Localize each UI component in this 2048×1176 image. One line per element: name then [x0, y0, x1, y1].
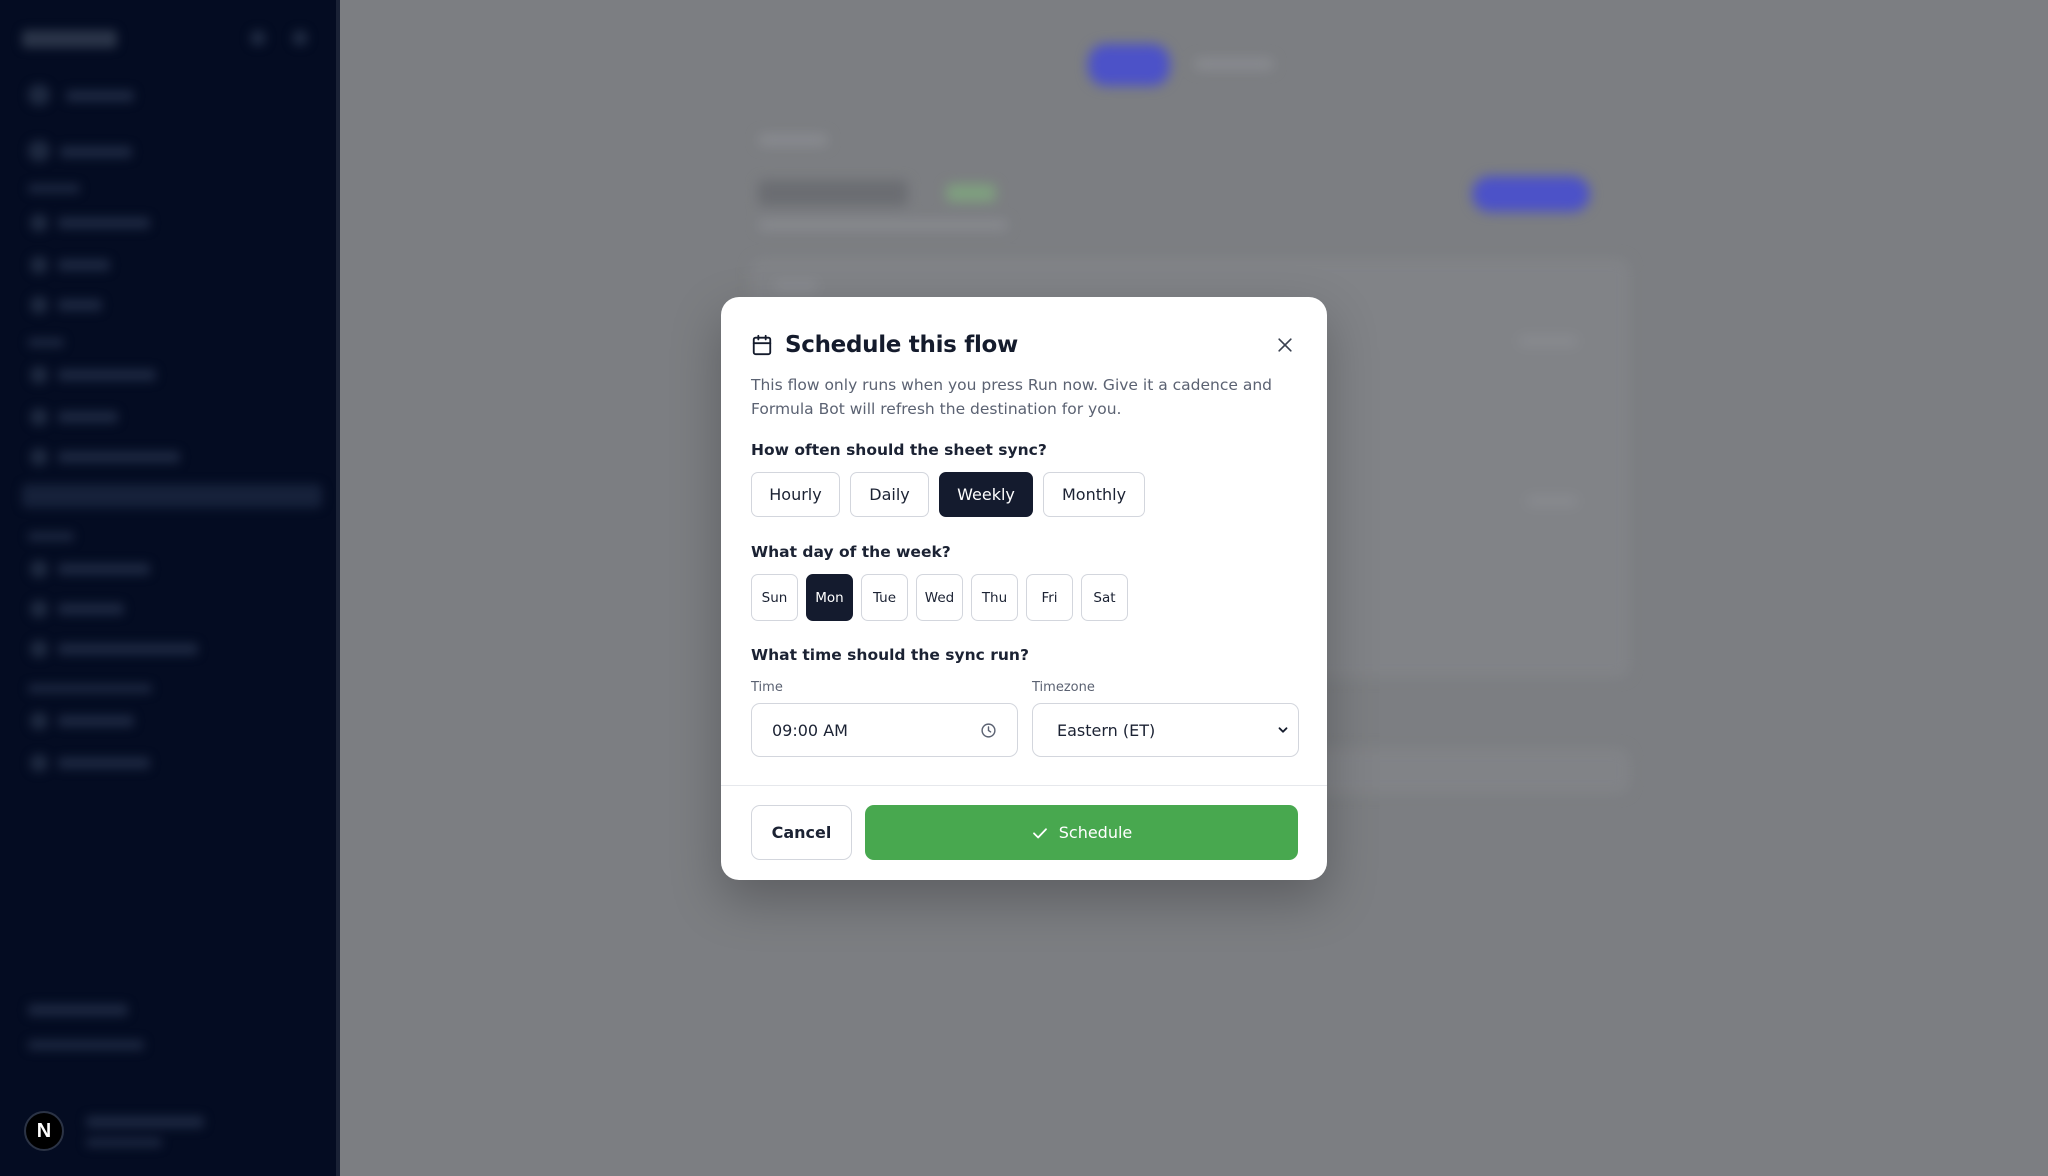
card-value: [1526, 496, 1578, 506]
sidebar: N: [0, 0, 340, 1176]
avatar[interactable]: N: [24, 1111, 64, 1151]
day-options: Sun Mon Tue Wed Thu Fri Sat: [751, 574, 1136, 621]
sidebar-section: [28, 684, 152, 693]
time-value: 09:00 AM: [772, 720, 848, 740]
sidebar-blurred-content: [0, 0, 336, 1176]
sidebar-item: [58, 451, 180, 463]
sidebar-icon: [30, 366, 48, 384]
day-option-tue[interactable]: Tue: [861, 574, 908, 621]
modal-description: This flow only runs when you press Run n…: [751, 376, 1272, 418]
modal-header: Schedule this flow: [751, 330, 1299, 360]
frequency-options: Hourly Daily Weekly Monthly: [751, 472, 1155, 517]
sidebar-icon: [28, 140, 50, 162]
frequency-option-monthly[interactable]: Monthly: [1043, 472, 1145, 517]
frequency-question: How often should the sheet sync?: [751, 441, 1047, 459]
sidebar-icon: [250, 30, 266, 46]
modal-title: Schedule this flow: [785, 332, 1018, 358]
sidebar-footer-text: [28, 1004, 128, 1016]
sidebar-section: [28, 338, 64, 347]
timezone-value: Eastern (ET): [1057, 720, 1156, 740]
sidebar-item: [58, 715, 134, 727]
sidebar-icon: [30, 600, 48, 618]
frequency-option-daily[interactable]: Daily: [850, 472, 929, 517]
avatar-letter: N: [36, 1119, 52, 1142]
status-badge: [946, 184, 996, 202]
sidebar-icon: [28, 84, 50, 106]
sidebar-icon: [30, 640, 48, 658]
sidebar-item: [58, 217, 150, 229]
page-title: [758, 180, 908, 206]
sidebar-item: [58, 411, 118, 423]
close-button[interactable]: [1271, 331, 1299, 359]
day-option-fri[interactable]: Fri: [1026, 574, 1073, 621]
calendar-icon: [751, 334, 773, 356]
day-question: What day of the week?: [751, 543, 951, 561]
time-label: Time: [751, 680, 783, 695]
clock-icon[interactable]: [980, 722, 997, 739]
sidebar-icon: [292, 30, 308, 46]
sidebar-item: [58, 259, 110, 271]
sidebar-footer-text: [28, 1040, 144, 1050]
sidebar-item: [58, 643, 198, 655]
tab-active: [1088, 44, 1170, 86]
schedule-button-label: Schedule: [1058, 823, 1133, 842]
sidebar-icon: [30, 214, 48, 232]
sidebar-item: [66, 90, 134, 102]
day-option-wed[interactable]: Wed: [916, 574, 963, 621]
schedule-modal: Schedule this flow This flow only runs w…: [721, 297, 1327, 880]
time-question: What time should the sync run?: [751, 646, 1029, 664]
schedule-button[interactable]: Schedule: [865, 805, 1298, 860]
sidebar-logo: [22, 30, 117, 48]
sidebar-item: [58, 369, 156, 381]
time-input[interactable]: 09:00 AM: [751, 703, 1018, 757]
day-option-mon[interactable]: Mon: [806, 574, 853, 621]
card-value: [1518, 336, 1578, 346]
timezone-select[interactable]: Eastern (ET): [1032, 703, 1299, 757]
sidebar-item: [58, 299, 102, 311]
frequency-option-weekly[interactable]: Weekly: [939, 472, 1033, 517]
sidebar-item-active: [22, 484, 322, 508]
sidebar-icon: [30, 448, 48, 466]
subtitle: [758, 220, 1008, 230]
sidebar-icon: [30, 754, 48, 772]
card-header: [774, 280, 818, 292]
sidebar-user-name: [86, 1116, 204, 1128]
modal-footer-divider: [721, 785, 1327, 786]
sidebar-icon: [30, 296, 48, 314]
sidebar-section: [28, 532, 74, 541]
sidebar-icon: [30, 256, 48, 274]
tab: [1194, 58, 1274, 70]
sidebar-item: [58, 563, 150, 575]
day-option-thu[interactable]: Thu: [971, 574, 1018, 621]
close-icon: [1275, 335, 1295, 355]
chevron-down-icon: [1276, 723, 1290, 737]
cancel-button[interactable]: Cancel: [751, 805, 852, 860]
sidebar-icon: [30, 712, 48, 730]
check-icon: [1031, 824, 1049, 842]
sidebar-section: [28, 184, 80, 193]
sidebar-user-email: [86, 1138, 162, 1147]
sidebar-item: [58, 603, 124, 615]
sidebar-icon: [30, 560, 48, 578]
breadcrumb: [758, 134, 828, 146]
frequency-option-hourly[interactable]: Hourly: [751, 472, 840, 517]
sidebar-item: [60, 146, 132, 158]
day-option-sat[interactable]: Sat: [1081, 574, 1128, 621]
sidebar-icon: [30, 408, 48, 426]
timezone-label: Timezone: [1032, 680, 1095, 695]
day-option-sun[interactable]: Sun: [751, 574, 798, 621]
primary-action: [1472, 176, 1590, 212]
sidebar-item: [58, 757, 150, 769]
